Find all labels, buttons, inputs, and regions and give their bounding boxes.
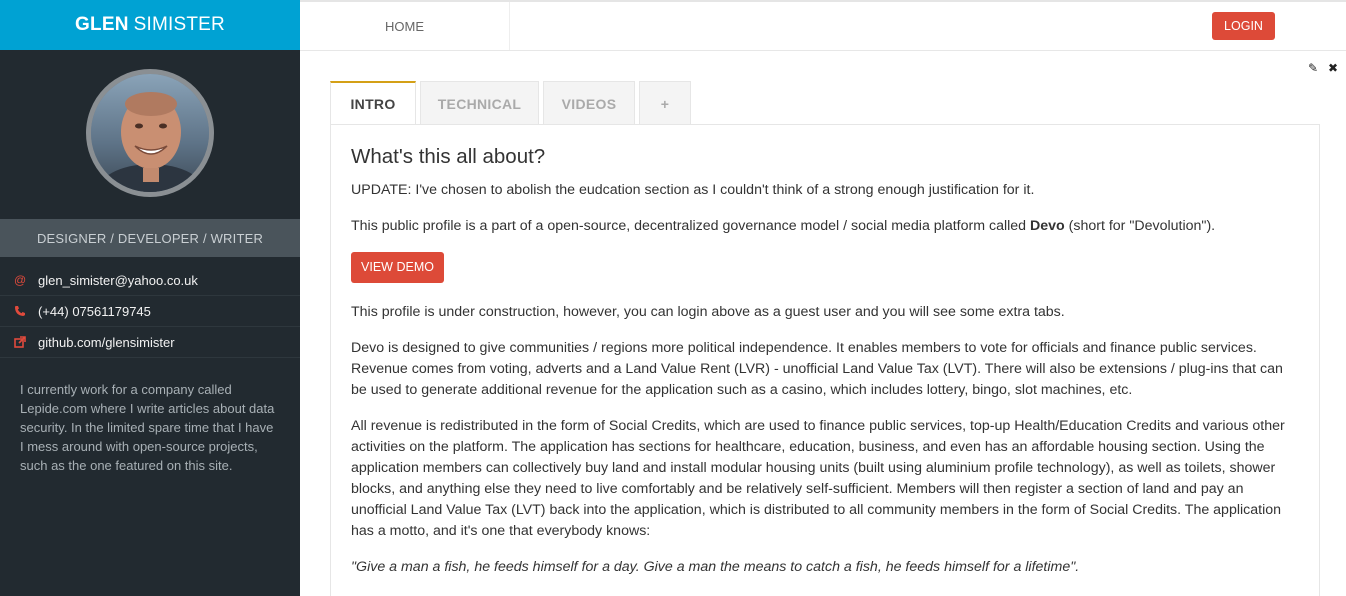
revenue-paragraph: All revenue is redistributed in the form…: [351, 418, 1285, 539]
sidebar: GLEN SIMISTER DESIGNER / DEVELOPER / WRI…: [0, 0, 300, 596]
phone-icon: [14, 305, 38, 317]
edit-controls: ✎ ✖: [1306, 61, 1340, 75]
login-button[interactable]: LOGIN: [1212, 12, 1275, 40]
close-icon[interactable]: ✖: [1326, 61, 1340, 75]
avatar-photo: [91, 74, 209, 192]
view-demo-button[interactable]: VIEW DEMO: [351, 252, 444, 283]
update-paragraph: UPDATE: I've chosen to abolish the eudca…: [351, 182, 1035, 198]
section-heading: What's this all about?: [351, 145, 546, 168]
contact-phone[interactable]: (+44) 07561179745: [0, 296, 300, 327]
nav-home-link[interactable]: HOME: [300, 2, 510, 50]
top-navbar: HOME LOGIN: [300, 0, 1346, 51]
brand-last-name: SIMISTER: [133, 14, 225, 35]
devo-name: Devo: [1030, 218, 1065, 234]
avatar: [86, 69, 214, 197]
profile-paragraph: This public profile is a part of a open-…: [351, 216, 1301, 237]
profile-text-post: (short for "Devolution").: [1064, 218, 1216, 234]
tab-bar: INTRO TECHNICAL VIDEOS +: [330, 81, 691, 125]
pencil-icon[interactable]: ✎: [1306, 61, 1320, 75]
contact-github-text: github.com/glensimister: [38, 334, 175, 350]
intro-content: What's this all about? UPDATE: I've chos…: [351, 146, 1301, 593]
bio-text: I currently work for a company called Le…: [20, 382, 275, 473]
contact-github[interactable]: github.com/glensimister: [0, 327, 300, 358]
at-icon: @: [14, 273, 27, 287]
profile-text-pre: This public profile is a part of a open-…: [351, 218, 1030, 234]
contact-list: @ glen_simister@yahoo.co.uk (+44) 075611…: [0, 265, 300, 358]
contact-phone-text: (+44) 07561179745: [38, 303, 151, 319]
tab-add[interactable]: +: [639, 81, 691, 125]
tab-technical[interactable]: TECHNICAL: [420, 81, 539, 125]
construction-paragraph: This profile is under construction, howe…: [351, 304, 1065, 320]
brand-first-name: GLEN: [75, 14, 129, 35]
motto-quote: "Give a man a fish, he feeds himself for…: [351, 559, 1080, 575]
contact-email-text: glen_simister@yahoo.co.uk: [38, 272, 198, 288]
tab-videos[interactable]: VIDEOS: [543, 81, 635, 125]
external-link-icon: [14, 336, 38, 348]
brand-logo[interactable]: GLEN SIMISTER: [0, 0, 300, 50]
avatar-container: [0, 50, 300, 219]
role-bar: DESIGNER / DEVELOPER / WRITER: [0, 219, 300, 257]
contact-email[interactable]: @ glen_simister@yahoo.co.uk: [0, 265, 300, 296]
tab-intro[interactable]: INTRO: [330, 81, 416, 125]
devo-design-paragraph: Devo is designed to give communities / r…: [351, 340, 1283, 398]
